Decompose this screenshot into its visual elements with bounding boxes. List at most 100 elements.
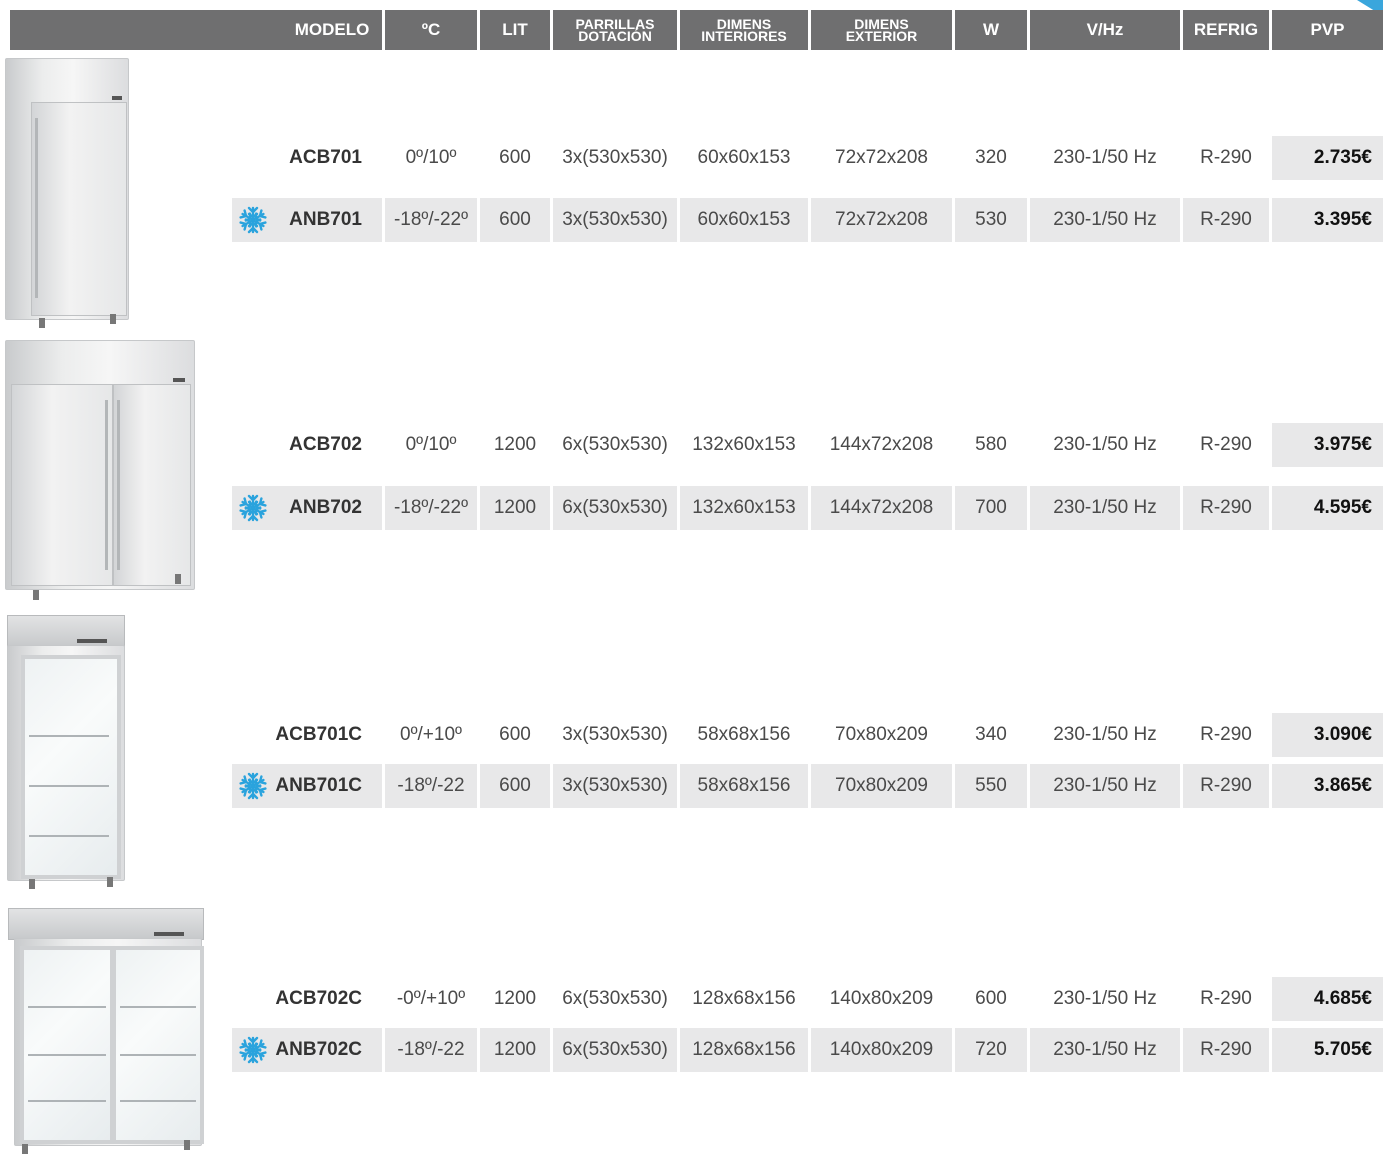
header-dimens-exterior: DIMENS EXTERIOR	[845, 16, 918, 44]
cell-model: ANB701	[289, 209, 362, 230]
cell-w: 530	[975, 209, 1007, 230]
cell-vhz: 230-1/50 Hz	[1053, 147, 1157, 168]
cell-parrillas: 3x(530x530)	[562, 724, 668, 745]
cell-vhz: 230-1/50 Hz	[1053, 988, 1157, 1009]
cell-model: ANB702	[289, 497, 362, 518]
header-temp: ºC	[421, 20, 441, 39]
cell-dim-ext: 140x80x209	[829, 988, 934, 1009]
cell-dim-ext: 70x80x209	[835, 775, 928, 796]
cell-temp: 0º/+10º	[400, 724, 462, 745]
header-modelo: MODELO	[294, 20, 370, 39]
table-row: ACB701C 0º/+10º 600 3x(530x530) 58x68x156 70x…	[0, 713, 1383, 757]
refrigerator-image	[5, 58, 130, 333]
cell-dim-int: 128x68x156	[692, 988, 796, 1009]
cell-w: 700	[975, 497, 1007, 518]
cell-parrillas: 3x(530x530)	[562, 209, 668, 230]
cell-dim-int: 132x60x153	[692, 434, 796, 455]
cell-temp: -18º/-22	[397, 775, 465, 796]
cell-lit: 1200	[493, 1039, 537, 1060]
cell-lit: 600	[499, 724, 531, 745]
cell-pvp: 4.685€	[1313, 988, 1372, 1009]
cell-parrillas: 3x(530x530)	[562, 775, 668, 796]
cell-parrillas: 6x(530x530)	[562, 1039, 668, 1060]
cell-w: 580	[975, 434, 1007, 455]
cell-model: ACB702	[289, 434, 362, 455]
cell-temp: -18º/-22º	[393, 209, 469, 230]
cell-refrig: R-290	[1200, 988, 1252, 1009]
cell-lit: 1200	[493, 988, 537, 1009]
cell-vhz: 230-1/50 Hz	[1053, 1039, 1157, 1060]
cell-dim-int: 132x60x153	[692, 497, 796, 518]
cell-dim-int: 128x68x156	[692, 1039, 796, 1060]
cell-parrillas: 6x(530x530)	[562, 434, 668, 455]
cell-refrig: R-290	[1200, 1039, 1252, 1060]
table-row: ANB702 -18º/-22º 1200 6x(530x530) 132x60x153…	[0, 486, 1383, 530]
cell-pvp: 3.865€	[1313, 775, 1372, 796]
table-row: ACB702C -0º/+10º 1200 6x(530x530) 128x68x156…	[0, 977, 1383, 1021]
cell-vhz: 230-1/50 Hz	[1053, 497, 1157, 518]
cell-refrig: R-290	[1200, 147, 1252, 168]
cell-dim-ext: 140x80x209	[829, 1039, 934, 1060]
table-header: MODELO ºC LIT PARRILLAS DOTACIÓN DIMENS IN…	[0, 10, 1383, 50]
header-lit: LIT	[502, 20, 528, 39]
table-row: ACB701 0º/10º 600 3x(530x530) 60x60x153 72x72…	[0, 136, 1383, 180]
cell-dim-int: 60x60x153	[697, 147, 791, 168]
refrigerator-image	[5, 340, 195, 605]
cell-parrillas: 3x(530x530)	[562, 147, 668, 168]
cell-dim-int: 58x68x156	[697, 724, 791, 745]
cell-lit: 1200	[493, 497, 537, 518]
cell-temp: 0º/10º	[405, 147, 457, 168]
cell-vhz: 230-1/50 Hz	[1053, 724, 1157, 745]
cell-dim-ext: 144x72x208	[829, 497, 934, 518]
cell-pvp: 2.735€	[1313, 147, 1372, 168]
cell-w: 600	[975, 988, 1007, 1009]
header-pvp: PVP	[1310, 20, 1345, 39]
cell-parrillas: 6x(530x530)	[562, 497, 668, 518]
table-row: ACB702 0º/10º 1200 6x(530x530) 132x60x153 144…	[0, 423, 1383, 467]
cell-w: 340	[975, 724, 1007, 745]
cell-lit: 600	[499, 775, 531, 796]
cell-vhz: 230-1/50 Hz	[1053, 775, 1157, 796]
table-row: ANB701C -18º/-22 600 3x(530x530) 58x68x156 70…	[0, 764, 1383, 808]
cell-model: ANB702C	[275, 1039, 362, 1060]
header-vhz: V/Hz	[1086, 20, 1124, 39]
cell-w: 320	[975, 147, 1007, 168]
cell-pvp: 3.090€	[1313, 724, 1372, 745]
cell-vhz: 230-1/50 Hz	[1053, 434, 1157, 455]
header-w: W	[982, 20, 1000, 39]
cell-w: 550	[975, 775, 1007, 796]
cell-refrig: R-290	[1200, 209, 1252, 230]
cell-pvp: 4.595€	[1313, 497, 1372, 518]
cell-model: ANB701C	[275, 775, 362, 796]
cell-temp: -0º/+10º	[396, 988, 466, 1009]
cell-lit: 1200	[493, 434, 537, 455]
cell-model: ACB701	[289, 147, 362, 168]
cell-pvp: 3.395€	[1313, 209, 1372, 230]
cell-lit: 600	[499, 147, 531, 168]
cell-vhz: 230-1/50 Hz	[1053, 209, 1157, 230]
cell-dim-ext: 144x72x208	[829, 434, 934, 455]
cell-refrig: R-290	[1200, 775, 1252, 796]
cell-parrillas: 6x(530x530)	[562, 988, 668, 1009]
cell-dim-ext: 72x72x208	[835, 209, 928, 230]
cell-dim-int: 60x60x153	[697, 209, 791, 230]
cell-temp: -18º/-22º	[393, 497, 469, 518]
cell-w: 720	[975, 1039, 1007, 1060]
header-refrig: REFRIG	[1193, 20, 1259, 39]
cell-model: ACB702C	[275, 988, 362, 1009]
cell-refrig: R-290	[1200, 724, 1252, 745]
cell-temp: -18º/-22	[397, 1039, 465, 1060]
cell-pvp: 5.705€	[1313, 1039, 1372, 1060]
cell-lit: 600	[499, 209, 531, 230]
header-parrillas: PARRILLAS DOTACIÓN	[575, 16, 655, 44]
cell-dim-ext: 72x72x208	[835, 147, 928, 168]
table-row: ANB702C -18º/-22 1200 6x(530x530) 128x68x156…	[0, 1028, 1383, 1072]
table-row: ANB701 -18º/-22º 600 3x(530x530) 60x60x153 72…	[0, 198, 1383, 242]
cell-dim-ext: 70x80x209	[835, 724, 928, 745]
cell-refrig: R-290	[1200, 497, 1252, 518]
header-dimens-interiores: DIMENS INTERIORES	[701, 16, 787, 44]
cell-refrig: R-290	[1200, 434, 1252, 455]
cell-pvp: 3.975€	[1313, 434, 1372, 455]
cell-dim-int: 58x68x156	[697, 775, 791, 796]
cell-model: ACB701C	[275, 724, 362, 745]
